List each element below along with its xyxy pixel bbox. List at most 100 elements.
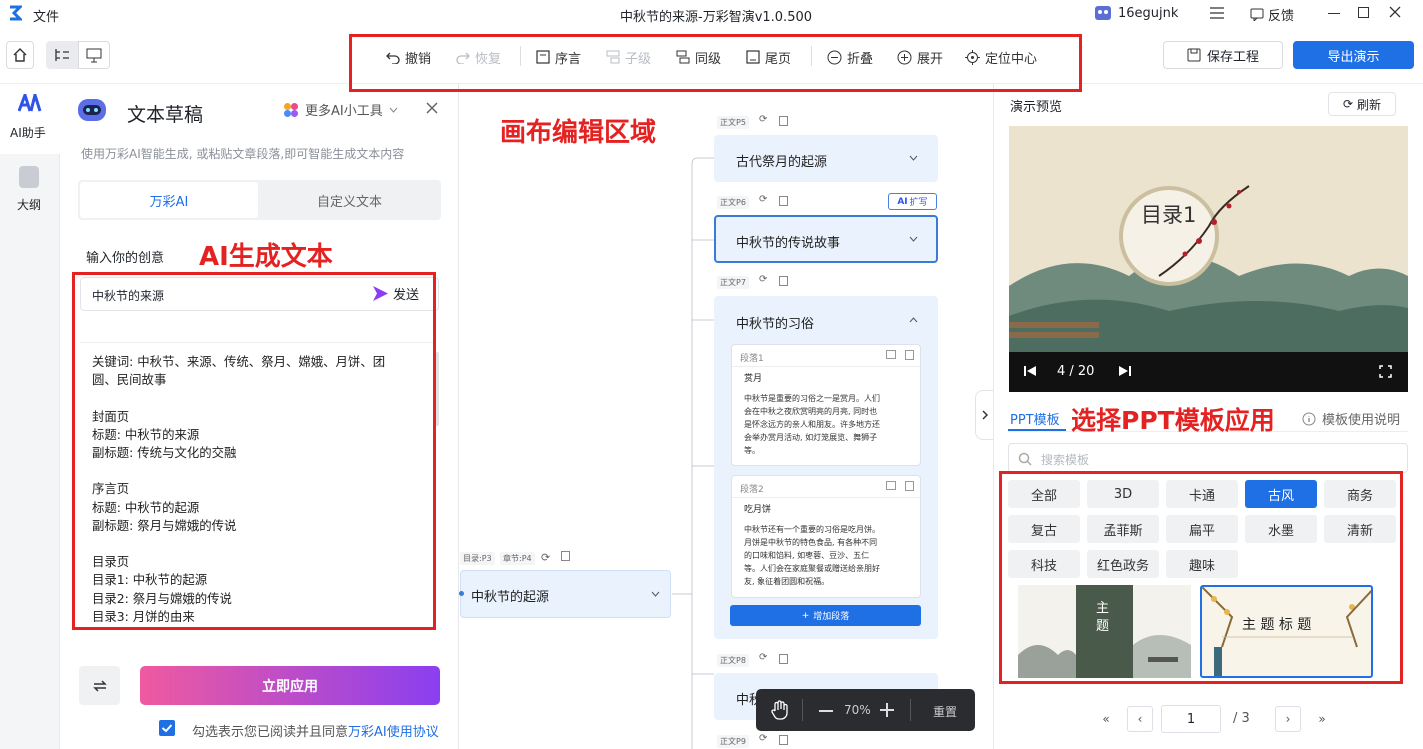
home-button[interactable] [6, 41, 34, 69]
feedback-button[interactable]: 反馈 [1250, 5, 1294, 24]
template-tag[interactable]: 趣味 [1166, 550, 1238, 578]
collapse-icon[interactable] [886, 350, 896, 359]
preface-button[interactable]: 序言 [536, 46, 581, 68]
template-tag[interactable]: 扁平 [1166, 515, 1238, 543]
expand-button[interactable]: 展开 [897, 46, 943, 68]
template-tag[interactable]: 卡通 [1166, 480, 1238, 508]
swap-button[interactable] [79, 666, 120, 705]
collapse-button[interactable]: 折叠 [827, 46, 873, 68]
paragraph-body-line: 的口味和馅料, 如枣蓉、豆沙、五仁 [744, 551, 870, 560]
agree-checkbox[interactable] [159, 720, 175, 736]
delete-icon[interactable] [779, 276, 788, 286]
nav-outline[interactable]: 大纲 [0, 160, 60, 220]
refresh-icon[interactable]: ⟳ [759, 194, 767, 205]
page-number-input[interactable]: 1 [1161, 705, 1221, 733]
template-tag[interactable]: 水墨 [1245, 515, 1317, 543]
chevron-down-icon[interactable] [909, 155, 918, 161]
template-tag[interactable]: 复古 [1008, 515, 1080, 543]
child-button[interactable]: 子级 [606, 46, 651, 68]
template-search-input[interactable]: 搜索模板 [1008, 443, 1408, 473]
template-tag[interactable]: 清新 [1324, 515, 1396, 543]
expand-write-badge[interactable]: AI 扩写 [888, 193, 937, 210]
paragraph-card[interactable]: 段落1 赏月 中秋节是重要的习俗之一是赏月。人们 会在中秋之夜欣赏明亮的月亮, 同… [731, 344, 921, 466]
close-panel-icon[interactable] [426, 102, 438, 114]
template-tag[interactable]: 古风 [1245, 480, 1317, 508]
chevron-up-icon[interactable] [909, 317, 918, 323]
template-tag[interactable]: 商务 [1324, 480, 1396, 508]
node-title: 中秋节的传说故事 [736, 236, 841, 251]
user-avatar-icon[interactable] [1094, 5, 1112, 21]
root-node[interactable]: 中秋节的起源 [459, 570, 671, 618]
tab-wancai-ai[interactable]: 万彩AI [80, 182, 258, 218]
paragraph-divider [732, 366, 920, 367]
nav-ai-assistant[interactable]: AI助手 [0, 84, 60, 154]
template-tag[interactable]: 全部 [1008, 480, 1080, 508]
refresh-icon[interactable]: ⟳ [759, 114, 767, 125]
template-help-link[interactable]: 模板使用说明 [1302, 409, 1400, 428]
more-ai-tools-dropdown[interactable]: 更多AI小工具 [283, 100, 398, 119]
previous-slide-icon[interactable] [1024, 365, 1036, 377]
delete-icon[interactable] [561, 551, 570, 561]
next-slide-icon[interactable] [1119, 365, 1131, 377]
template-thumbnail[interactable]: 主 题 [1018, 585, 1191, 678]
delete-icon[interactable] [905, 481, 914, 491]
close-window-icon[interactable] [1389, 6, 1401, 18]
zoom-out-button[interactable] [819, 710, 833, 712]
delete-icon[interactable] [905, 350, 914, 360]
sibling-button[interactable]: 同级 [676, 46, 721, 68]
template-tag[interactable]: 科技 [1008, 550, 1080, 578]
first-page-button[interactable]: « [1093, 706, 1119, 732]
last-page-button[interactable]: » [1309, 706, 1335, 732]
menu-icon[interactable] [1210, 7, 1224, 19]
file-menu[interactable]: 文件 [33, 6, 59, 25]
generated-text-area[interactable]: 关键词: 中秋节、来源、传统、祭月、嫦娥、月饼、团 圆、民间故事 封面页 标题: 中秋… [80, 342, 434, 622]
chevron-down-icon[interactable] [909, 236, 918, 242]
delete-icon[interactable] [779, 196, 788, 206]
refresh-icon[interactable]: ⟳ [759, 733, 767, 744]
canvas-view-button[interactable] [78, 41, 110, 69]
send-button[interactable]: 发送 [372, 284, 419, 303]
tab-ppt-template[interactable]: PPT模板 [1010, 409, 1060, 428]
delete-icon[interactable] [779, 735, 788, 745]
save-project-button[interactable]: 保存工程 [1163, 41, 1283, 69]
next-page-button[interactable]: › [1275, 706, 1301, 732]
text-scrollbar[interactable] [435, 352, 439, 426]
nav-ai-label: AI助手 [10, 126, 46, 140]
add-paragraph-button[interactable]: + 增加段落 [730, 605, 921, 626]
apply-now-button[interactable]: 立即应用 [140, 666, 440, 705]
minimize-icon[interactable] [1328, 13, 1340, 14]
zoom-in-button[interactable] [880, 703, 894, 717]
template-tag[interactable]: 孟菲斯 [1087, 515, 1159, 543]
maximize-icon[interactable] [1358, 7, 1369, 18]
end-page-button[interactable]: 尾页 [746, 46, 791, 68]
chevron-down-icon[interactable] [651, 591, 660, 597]
refresh-preview-button[interactable]: ⟳ 刷新 [1328, 92, 1396, 116]
refresh-icon[interactable]: ⟳ [541, 551, 550, 564]
template-tag[interactable]: 3D [1087, 480, 1159, 508]
hand-tool-icon[interactable] [769, 699, 791, 721]
template-tag[interactable]: 红色政务 [1087, 550, 1159, 578]
delete-icon[interactable] [779, 654, 788, 664]
right-panel-toggle[interactable] [975, 390, 993, 440]
export-button[interactable]: 导出演示 [1293, 41, 1414, 69]
paragraph-label: 段落2 [740, 485, 764, 495]
outline-view-button[interactable] [46, 41, 78, 69]
fullscreen-icon[interactable] [1379, 365, 1392, 378]
redo-button[interactable]: 恢复 [456, 46, 501, 68]
template-thumbnail-selected[interactable]: 主 题 标 题 [1200, 585, 1373, 678]
locate-center-button[interactable]: 定位中心 [965, 46, 1037, 68]
prev-page-button[interactable]: ‹ [1127, 706, 1153, 732]
tab-custom-text[interactable]: 自定义文本 [260, 182, 439, 218]
delete-icon[interactable] [779, 116, 788, 126]
refresh-icon[interactable]: ⟳ [759, 652, 767, 663]
slide-preview[interactable]: 目录1 [1009, 126, 1408, 352]
paragraph-card[interactable]: 段落2 吃月饼 中秋节还有一个重要的习俗是吃月饼。 月饼是中秋节的特色食品, 有各… [731, 475, 921, 598]
collapse-icon[interactable] [886, 481, 896, 490]
undo-button[interactable]: 撤销 [386, 46, 431, 68]
refresh-icon[interactable]: ⟳ [759, 274, 767, 285]
outline-node[interactable]: 古代祭月的起源 [714, 135, 938, 182]
reset-zoom-button[interactable]: 重置 [933, 703, 957, 720]
outline-node-selected[interactable]: 中秋节的传说故事 [714, 215, 938, 263]
user-name[interactable]: 16egujnk [1118, 6, 1178, 21]
agreement-link[interactable]: 万彩AI使用协议 [348, 721, 439, 740]
